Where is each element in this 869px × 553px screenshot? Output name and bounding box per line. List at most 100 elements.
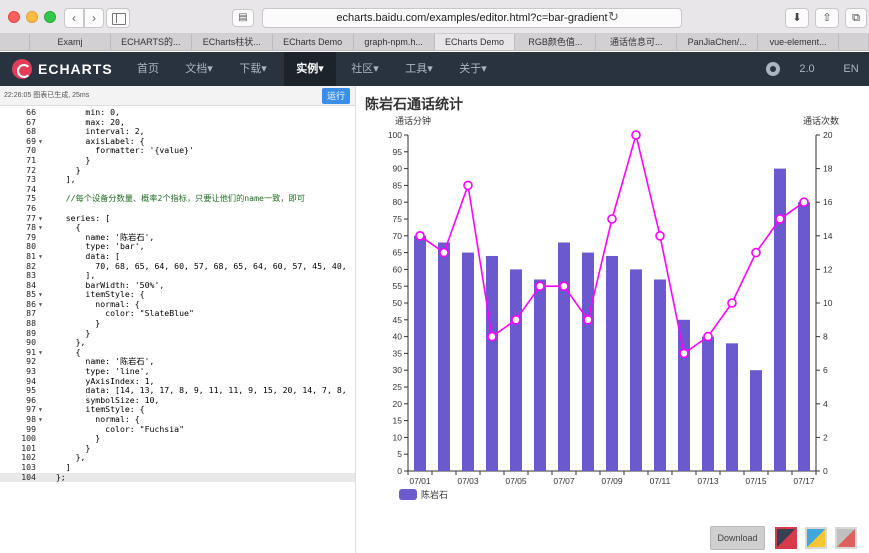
code-text: //每个设备分数量、概率2个指标，只要让他们的name一致，即可	[46, 193, 305, 204]
fold-toggle-icon[interactable]: ▾	[38, 414, 46, 425]
github-icon[interactable]	[766, 62, 780, 76]
reload-icon[interactable]: ↻	[608, 9, 619, 25]
nav-item-about[interactable]: 关于▾	[450, 52, 496, 86]
browser-tab[interactable]: ECharts Demo	[273, 34, 354, 50]
x-tick-label: 07/09	[601, 476, 623, 486]
chart-legend[interactable]: 陈岩石	[399, 488, 448, 501]
code-line[interactable]: 104 };	[0, 472, 355, 483]
zoom-window-button[interactable]	[44, 11, 56, 23]
browser-tab[interactable]: PanJiaChen/...	[677, 34, 759, 50]
forward-button[interactable]: ›	[84, 8, 104, 28]
reader-view-button[interactable]: ▤	[232, 9, 254, 27]
minimize-window-button[interactable]	[26, 11, 38, 23]
code-text: }	[46, 433, 101, 444]
nav-item-examples[interactable]: 实例▾	[284, 52, 336, 86]
code-line[interactable]: 73 ],	[0, 174, 355, 185]
address-bar[interactable]: echarts.baidu.com/examples/editor.html?c…	[262, 8, 682, 28]
code-text: interval: 2,	[46, 126, 145, 137]
tab-overview-button[interactable]: ⧉	[845, 8, 867, 28]
code-line[interactable]: 75 //每个设备分数量、概率2个指标，只要让他们的name一致，即可	[0, 193, 355, 204]
back-button[interactable]: ‹	[64, 8, 84, 28]
nav-item-docs[interactable]: 文档▾	[176, 52, 222, 86]
bar	[798, 202, 810, 471]
url-text: echarts.baidu.com/examples/editor.html?c…	[336, 12, 608, 24]
bar	[750, 370, 762, 471]
right-tick-label: 18	[823, 164, 833, 174]
left-tick-label: 25	[393, 382, 403, 392]
code-text: color: "SlateBlue"	[46, 308, 194, 319]
bar	[654, 279, 666, 471]
version-label[interactable]: 2.0	[792, 52, 822, 86]
line-point	[463, 180, 473, 191]
left-axis-name: 通话分钟	[395, 116, 432, 126]
bar	[582, 252, 594, 471]
left-tick-label: 65	[393, 248, 403, 258]
download-button[interactable]: Download	[710, 526, 765, 550]
x-tick-label: 07/17	[793, 476, 815, 486]
code-text: name: '陈岩石',	[46, 231, 155, 242]
close-window-button[interactable]	[8, 11, 20, 23]
line-point	[655, 231, 665, 241]
nav-item-download[interactable]: 下载▾	[230, 52, 276, 86]
status-text: 22:26:05 图表已生成, 25ms	[4, 92, 90, 99]
code-text: normal: {	[46, 298, 140, 309]
code-text: },	[46, 337, 86, 348]
line-point	[583, 315, 593, 325]
language-switch[interactable]: EN	[838, 52, 864, 86]
fold-toggle-icon[interactable]: ▾	[38, 136, 46, 147]
browser-tab[interactable]: graph-npm.h...	[354, 34, 435, 50]
line-point	[535, 281, 545, 291]
chevron-left-icon: ‹	[72, 11, 76, 25]
browser-tab[interactable]	[0, 34, 30, 50]
x-tick-label: 07/07	[553, 476, 575, 486]
fold-toggle-icon[interactable]: ▾	[38, 299, 46, 310]
line-point	[727, 298, 737, 308]
theme-light-button[interactable]	[805, 527, 827, 549]
run-button[interactable]: 运行	[322, 88, 350, 104]
browser-tab[interactable]	[839, 34, 869, 50]
theme-default-button[interactable]	[835, 527, 857, 549]
code-lines[interactable]: 66 min: 0, 67 max: 20, 68 interval: 2, 69 ▾ …	[0, 107, 355, 483]
echarts-brand[interactable]: ECHARTS	[38, 61, 113, 77]
code-editor[interactable]: 22:26:05 图表已生成, 25ms 运行 66 min: 0, 67 max…	[0, 86, 356, 553]
browser-tab[interactable]: Examj	[30, 34, 111, 50]
browser-tab[interactable]: vue-element...	[758, 34, 840, 50]
fold-toggle-icon[interactable]: ▾	[38, 347, 46, 358]
right-tick-label: 0	[823, 466, 828, 476]
nav-item-community[interactable]: 社区▾	[342, 52, 388, 86]
line-point	[799, 197, 809, 207]
tab-strip: Examj ECHARTS的... ECharts柱状... ECharts Demo…	[0, 34, 869, 51]
browser-tab[interactable]: ECHARTS的...	[111, 34, 192, 50]
right-tick-label: 16	[823, 197, 833, 207]
browser-tab[interactable]: ECharts Demo	[434, 34, 516, 50]
nav-item-tools[interactable]: 工具▾	[396, 52, 442, 86]
code-text: itemStyle: {	[46, 404, 145, 415]
nav-item-home[interactable]: 首页	[128, 52, 168, 86]
left-tick-label: 50	[393, 298, 403, 308]
bar	[702, 336, 714, 471]
code-text: axisLabel: {	[46, 135, 145, 146]
browser-tab[interactable]: 通话信息可...	[596, 34, 678, 50]
echarts-logo-icon[interactable]	[12, 59, 32, 79]
left-tick-label: 15	[393, 416, 403, 426]
browser-tab[interactable]: RGB颜色值...	[515, 34, 597, 50]
bar	[486, 255, 498, 471]
x-tick-label: 07/03	[457, 476, 479, 486]
left-tick-label: 10	[393, 432, 403, 442]
browser-tab[interactable]: ECharts柱状...	[192, 34, 273, 50]
theme-dark-button[interactable]	[775, 527, 797, 549]
bar	[558, 242, 570, 471]
x-tick-label: 07/15	[745, 476, 767, 486]
bar	[678, 319, 690, 471]
fold-toggle-icon[interactable]: ▾	[38, 223, 46, 233]
fold-toggle-icon[interactable]: ▾	[38, 251, 46, 262]
left-tick-label: 40	[393, 332, 403, 342]
bar	[726, 343, 738, 471]
chart-title: 陈岩石通话统计	[365, 96, 463, 112]
downloads-button[interactable]: ⬇	[785, 8, 809, 28]
bar	[438, 242, 450, 471]
line-point	[559, 281, 569, 291]
share-button[interactable]: ⇧	[815, 8, 839, 28]
tabs-icon: ⧉	[852, 12, 860, 24]
sidebar-toggle-button[interactable]	[106, 8, 130, 28]
